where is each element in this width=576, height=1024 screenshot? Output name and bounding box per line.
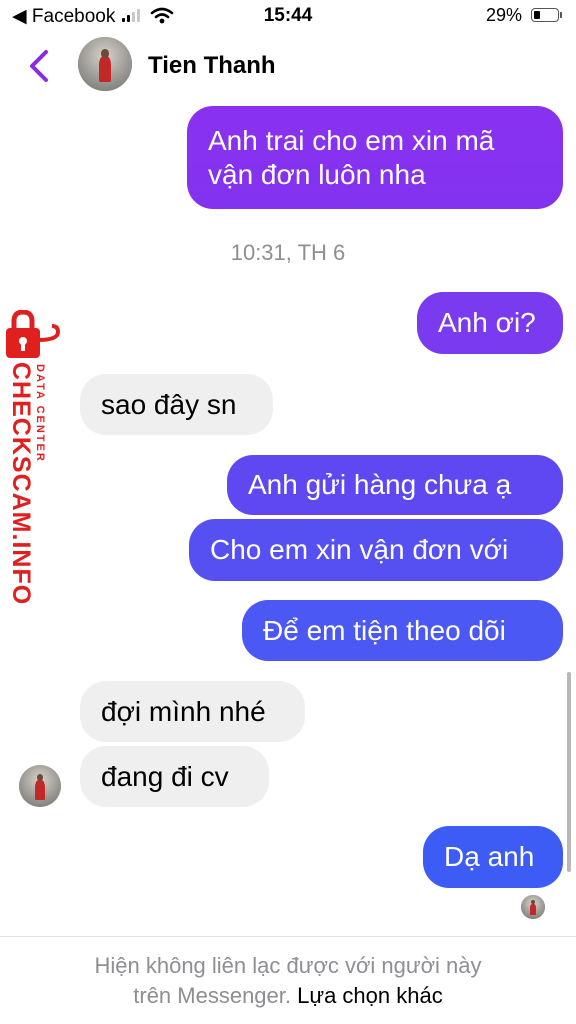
status-bar: ◀ Facebook 15:44 29%	[0, 0, 576, 32]
message-bubble-incoming[interactable]: sao đây sn	[80, 374, 273, 435]
message-text: Cho em xin vận đơn với	[210, 534, 509, 565]
battery-cap	[560, 12, 562, 18]
battery-level	[534, 11, 540, 19]
message-text: Dạ anh	[444, 841, 535, 872]
contact-name[interactable]: Tien Thanh	[148, 52, 276, 80]
notice-line-2: trên Messenger.	[133, 983, 291, 1008]
watermark-text: CHECKSCAM.INFO	[6, 362, 36, 605]
message-text: đang đi cv	[101, 760, 229, 792]
seen-receipt-avatar	[521, 895, 545, 919]
message-bubble-outgoing[interactable]: Dạ anh	[423, 826, 563, 888]
message-bubble-outgoing[interactable]: Để em tiện theo dõi	[242, 600, 563, 661]
message-bubble-outgoing[interactable]: Anh gửi hàng chưa ạ	[227, 455, 563, 515]
message-text: đợi mình nhé	[101, 695, 266, 727]
message-bubble-outgoing[interactable]: Cho em xin vận đơn với	[189, 519, 563, 581]
message-text: sao đây sn	[101, 388, 237, 420]
battery-icon	[531, 8, 559, 22]
sender-avatar[interactable]	[19, 765, 61, 807]
message-bubble-outgoing[interactable]: Anh ơi?	[417, 292, 563, 354]
message-text: Anh gửi hàng chưa ạ	[248, 469, 512, 500]
notice-line-1: Hiện không liên lạc được với người này	[94, 953, 482, 978]
watermark-main: CHECKSCAM.INFO	[7, 362, 35, 606]
battery-percent: 29%	[486, 5, 523, 25]
conversation-header: Tien Thanh	[0, 32, 576, 102]
watermark-sub: DATA CENTER	[34, 364, 46, 463]
unavailable-notice: Hiện không liên lạc được với người này t…	[0, 936, 576, 1024]
scrollbar[interactable]	[567, 672, 571, 872]
message-bubble-outgoing[interactable]: Anh trai cho em xin mã vận đơn luôn nha	[187, 106, 563, 209]
contact-avatar[interactable]	[78, 37, 132, 91]
other-options-link[interactable]: Lựa chọn khác	[297, 983, 443, 1008]
message-bubble-incoming[interactable]: đang đi cv	[80, 746, 269, 807]
chevron-left-icon[interactable]	[22, 46, 56, 86]
message-text: Anh ơi?	[438, 307, 536, 338]
lock-icon	[6, 310, 61, 358]
message-text: Để em tiện theo dõi	[263, 614, 506, 646]
message-text: vận đơn luôn nha	[208, 158, 426, 190]
message-bubble-incoming[interactable]: đợi mình nhé	[80, 681, 305, 742]
message-text: Anh trai cho em xin mã	[208, 124, 495, 156]
message-timestamp: 10:31, TH 6	[230, 240, 346, 265]
